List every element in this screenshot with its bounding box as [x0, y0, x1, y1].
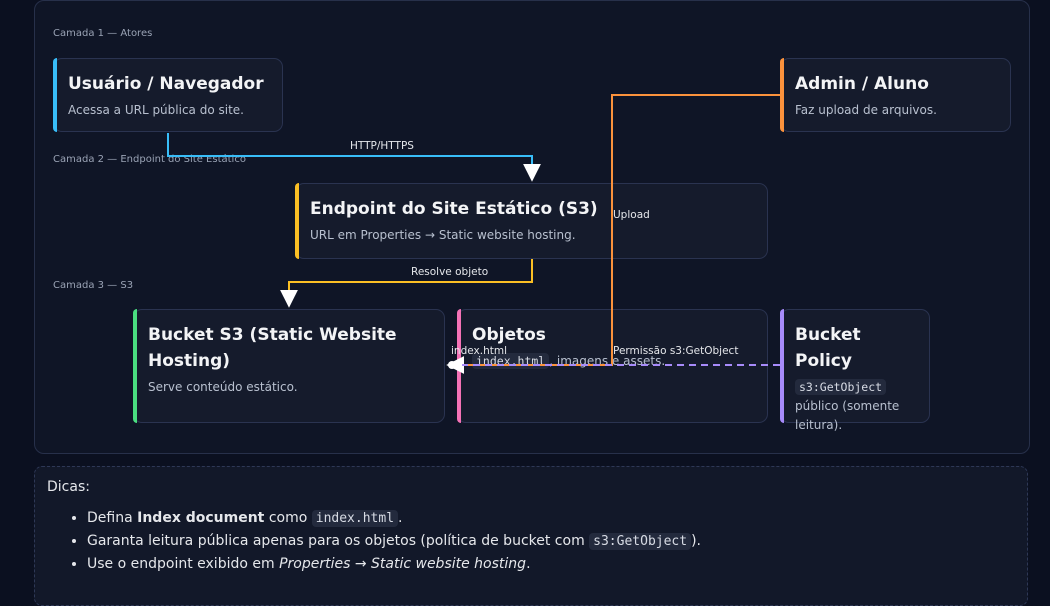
node-title-line2: Hosting) — [148, 351, 231, 371]
tip-item: Garanta leitura pública apenas para os o… — [87, 530, 1015, 553]
s3-bucket-node: Bucket S3 (Static Website Hosting) Serve… — [133, 309, 445, 423]
code-index-html: index.html — [311, 510, 399, 527]
code-s3-getobject: s3:GetObject — [795, 379, 887, 395]
layer-label-3: Camada 3 — S3 — [53, 280, 134, 291]
tip-text: . — [398, 510, 403, 526]
tip-item: Defina Index document como index.html. — [87, 507, 1015, 530]
node-title: Admin / Aluno — [795, 74, 929, 94]
node-title: Endpoint do Site Estático (S3) — [310, 199, 598, 219]
tip-text: Garanta leitura pública apenas para os o… — [87, 533, 590, 549]
node-accent — [780, 309, 784, 423]
tips-title: Dicas: — [47, 479, 90, 495]
node-accent — [780, 58, 784, 132]
tip-italic: Properties → Static website hosting — [279, 556, 527, 572]
node-accent — [133, 309, 137, 423]
layer-label-2: Camada 2 — Endpoint do Site Estático — [53, 154, 246, 165]
node-title: Usuário / Navegador — [68, 74, 264, 94]
node-description: URL em Properties → Static website hosti… — [310, 228, 576, 242]
admin-student-node: Admin / Aluno Faz upload de arquivos. — [780, 58, 1011, 132]
node-description: s3:GetObject público (somente leitura). — [795, 378, 915, 435]
tip-text: como — [264, 510, 312, 526]
node-description-rest: público (somente leitura). — [795, 399, 900, 432]
node-title: Bucket S3 (Static Website Hosting) — [148, 322, 430, 374]
tip-text: Defina — [87, 510, 138, 526]
tip-item: Use o endpoint exibido em Properties → S… — [87, 553, 1015, 576]
layer-label-1: Camada 1 — Atores — [53, 28, 153, 39]
edge-label-resolve: Resolve objeto — [411, 266, 489, 278]
edge-label-permission: Permissão s3:GetObject — [613, 345, 739, 357]
edge-label-http: HTTP/HTTPS — [350, 140, 414, 152]
tip-text: Use o endpoint exibido em — [87, 556, 280, 572]
tip-text: . — [526, 556, 531, 572]
tip-bold: Index document — [137, 510, 265, 526]
code-s3-getobject: s3:GetObject — [589, 533, 692, 550]
edge-label-index: index.html — [451, 345, 507, 357]
user-browser-node: Usuário / Navegador Acessa a URL pública… — [53, 58, 283, 132]
tips-list: Defina Index document como index.html. G… — [47, 507, 1015, 576]
node-accent — [295, 183, 299, 259]
objects-node: Objetos index.html, imagens e assets. — [457, 309, 768, 423]
node-accent — [53, 58, 57, 132]
node-title-line1: Bucket S3 (Static Website — [148, 325, 397, 345]
node-description: Serve conteúdo estático. — [148, 380, 298, 394]
bucket-policy-node: Bucket Policy s3:GetObject público (some… — [780, 309, 930, 432]
node-title: Bucket Policy — [795, 325, 861, 371]
node-description: Faz upload de arquivos. — [795, 103, 937, 117]
tips-panel: Dicas: Defina Index document como index.… — [34, 466, 1028, 606]
node-accent — [457, 309, 461, 423]
static-site-endpoint-node: Endpoint do Site Estático (S3) URL em Pr… — [295, 183, 768, 259]
node-description: Acessa a URL pública do site. — [68, 103, 244, 117]
edge-label-upload: Upload — [613, 209, 650, 221]
tip-text: ). — [691, 533, 701, 549]
